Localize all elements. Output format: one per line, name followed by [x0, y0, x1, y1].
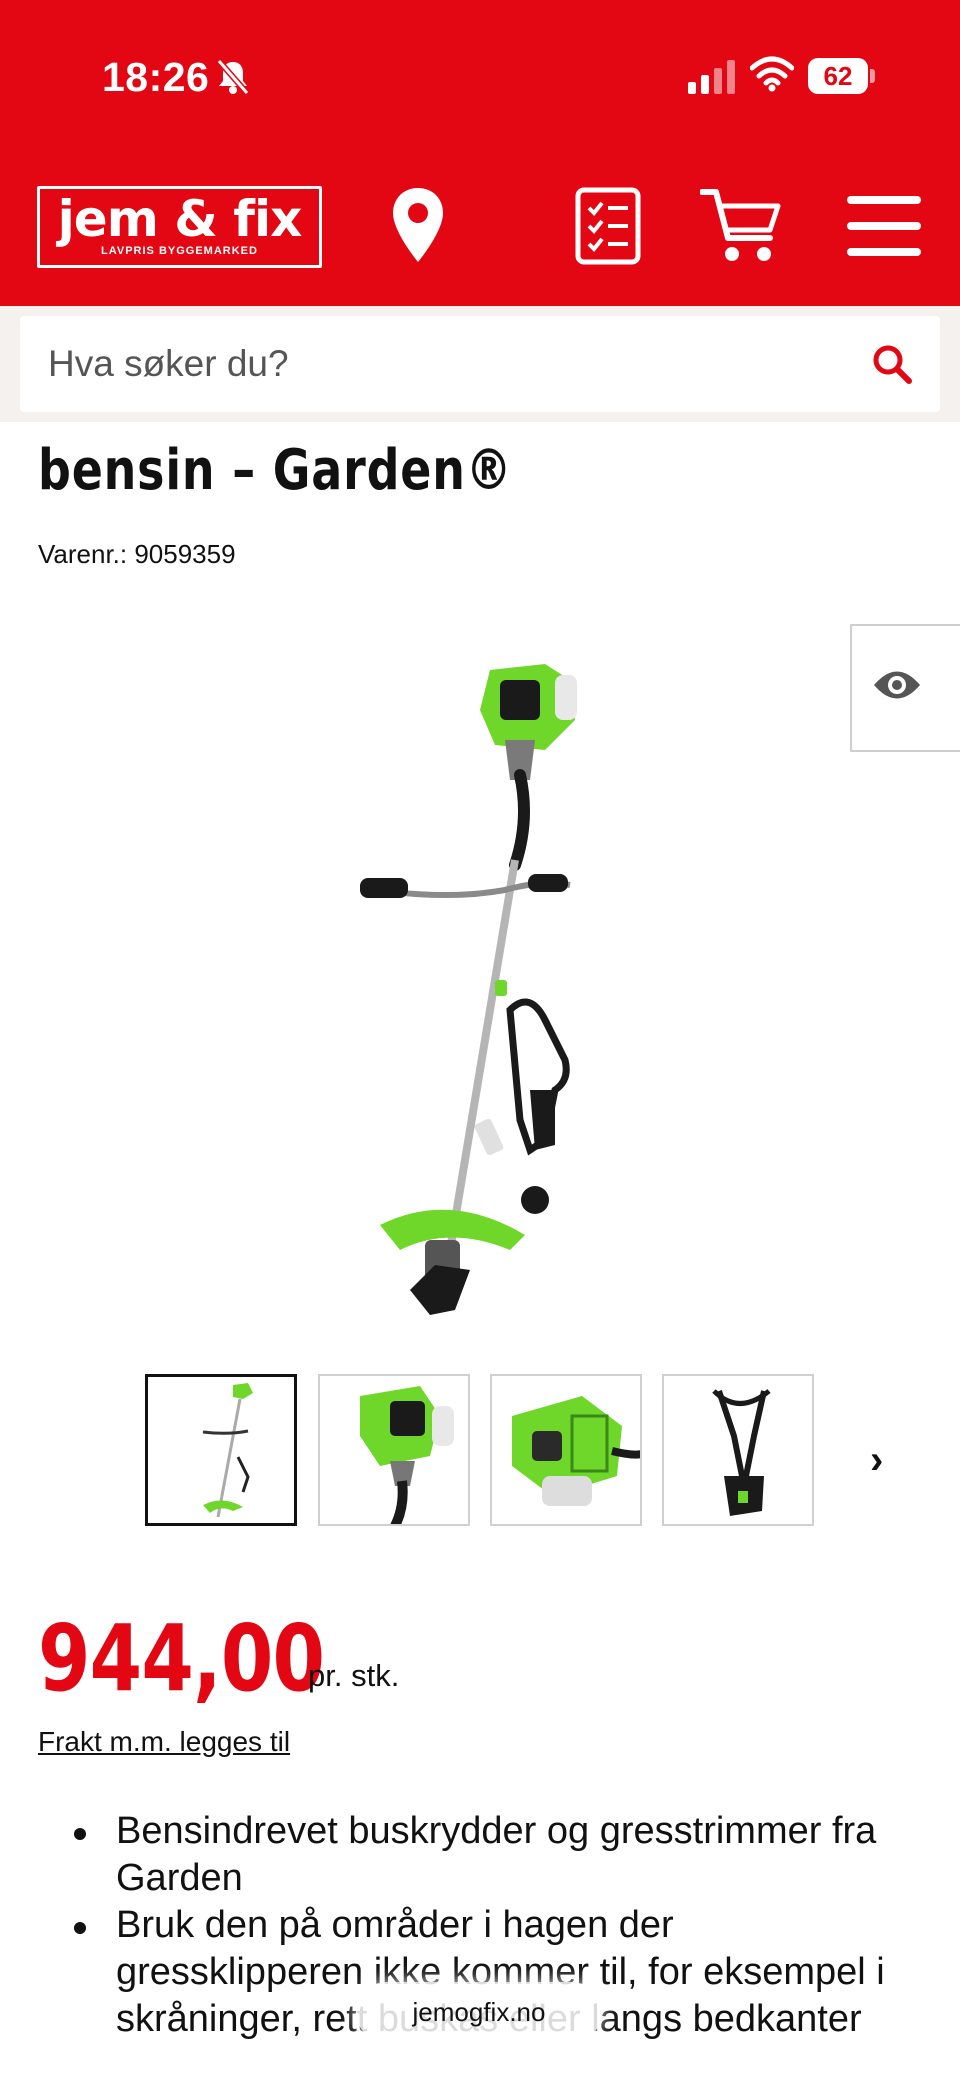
thumbnail-1[interactable] [145, 1374, 297, 1526]
brand-logo[interactable]: jem & fix LAVPRIS BYGGEMARKED [37, 186, 322, 268]
eye-icon [874, 671, 920, 699]
location-pin-icon[interactable] [390, 186, 446, 266]
thumbnail-2[interactable] [318, 1374, 470, 1526]
search-icon[interactable] [872, 344, 912, 384]
product-title: bensin – Garden® [38, 438, 513, 503]
view-360-button[interactable] [850, 624, 960, 752]
cellular-signal-icon [688, 60, 735, 94]
search-bar [0, 306, 960, 422]
thumbnail-3[interactable] [490, 1374, 642, 1526]
cart-icon[interactable] [700, 186, 784, 266]
product-price: 944,00 [38, 1605, 325, 1712]
search-input[interactable] [48, 316, 848, 412]
menu-icon[interactable] [845, 186, 923, 266]
search-box[interactable] [20, 316, 940, 412]
app-header: 18:26 62 jem & fix LAVPRIS BYGGEMARKED [0, 0, 960, 306]
bell-muted-icon [216, 59, 250, 95]
thumbnail-4[interactable] [662, 1374, 814, 1526]
status-time: 18:26 [102, 54, 210, 100]
highlight-item: Bensindrevet buskrydder og gresstrimmer … [68, 1808, 928, 1902]
price-unit: pr. stk. [308, 1658, 400, 1693]
battery-level: 62 [823, 61, 853, 91]
shopping-list-icon[interactable] [575, 186, 641, 266]
shipping-info-link[interactable]: Frakt m.m. legges til [38, 1726, 290, 1758]
product-sku: Varenr.: 9059359 [38, 539, 236, 569]
wifi-icon [750, 56, 794, 92]
brand-name: jem & fix [57, 190, 303, 248]
browser-url-bar[interactable]: jemogfix.no [356, 1982, 602, 2042]
product-main-image[interactable] [330, 650, 630, 1350]
thumbnail-next-arrow[interactable]: › [870, 1440, 883, 1480]
battery-indicator: 62 [808, 58, 875, 94]
